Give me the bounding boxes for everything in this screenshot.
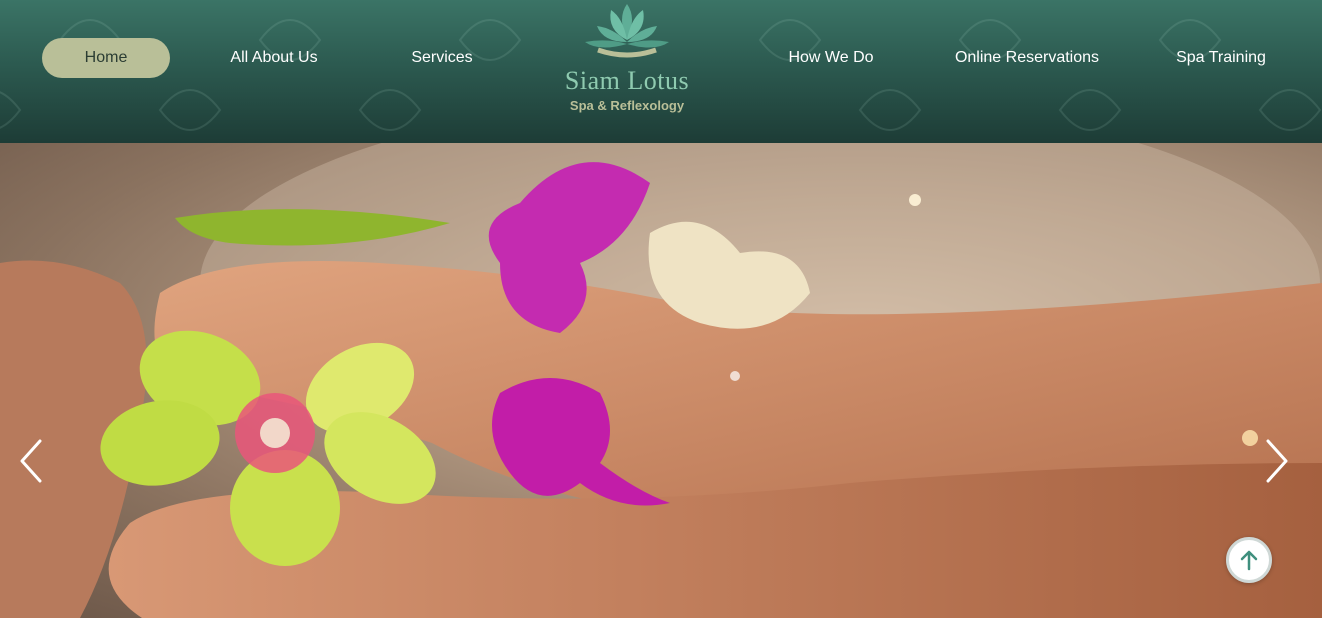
site-logo[interactable]: Siam Lotus Spa & Reflexology bbox=[540, 0, 714, 120]
slider-prev-button[interactable] bbox=[12, 439, 52, 483]
nav-spa-training[interactable]: Spa Training bbox=[1160, 38, 1282, 78]
arrow-up-icon bbox=[1240, 550, 1258, 571]
nav-how-we-do[interactable]: How We Do bbox=[770, 38, 892, 78]
chevron-left-icon bbox=[20, 439, 42, 483]
scroll-to-top-button[interactable] bbox=[1226, 537, 1272, 583]
logo-subtitle: Spa & Reflexology bbox=[569, 98, 685, 113]
hero-slider bbox=[0, 143, 1322, 618]
nav-services[interactable]: Services bbox=[384, 38, 500, 78]
hero-image-foot-spa bbox=[0, 143, 1322, 618]
nav-home[interactable]: Home bbox=[42, 38, 170, 78]
nav-all-about-us[interactable]: All About Us bbox=[210, 38, 338, 78]
nav-online-reservations[interactable]: Online Reservations bbox=[936, 38, 1118, 78]
lotus-icon bbox=[585, 4, 669, 58]
logo-title: Siam Lotus bbox=[564, 66, 690, 95]
site-header: Home All About Us Services Siam Lotus Sp… bbox=[0, 0, 1322, 143]
slider-next-button[interactable] bbox=[1256, 439, 1296, 483]
chevron-right-icon bbox=[1266, 439, 1288, 483]
